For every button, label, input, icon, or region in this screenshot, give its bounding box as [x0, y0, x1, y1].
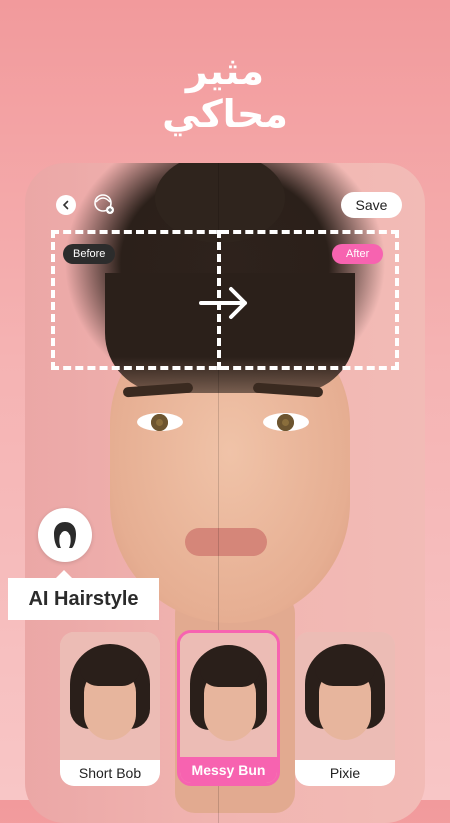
hairstyle-icon-button[interactable]: [38, 508, 92, 562]
thumb-bangs: [200, 661, 260, 687]
before-badge: Before: [63, 244, 116, 264]
label-pointer: [56, 570, 72, 578]
style-card-label: Pixie: [295, 760, 395, 786]
style-card-label: Messy Bun: [180, 757, 277, 783]
feature-label: AI Hairstyle: [8, 578, 159, 620]
style-card-messy-bun[interactable]: Messy Bun: [177, 630, 280, 786]
arrow-right-icon: [199, 287, 247, 319]
promo-headline: مثير محاكي: [0, 50, 450, 136]
thumb-bangs: [80, 660, 140, 686]
headline-line-1: مثير: [185, 49, 265, 93]
style-card-pixie[interactable]: Pixie: [295, 632, 395, 786]
thumb-bangs: [315, 660, 375, 686]
hairstyle-icon: [54, 522, 76, 548]
save-button[interactable]: Save: [341, 192, 402, 218]
portrait-eye-left: [137, 413, 183, 431]
style-thumbnail: [60, 632, 160, 760]
add-face-button[interactable]: [91, 191, 117, 217]
portrait-lips: [185, 528, 267, 556]
style-thumbnail: [295, 632, 395, 760]
style-thumbnail: [180, 633, 277, 757]
chevron-left-icon: [62, 200, 69, 210]
face-plus-icon: [94, 194, 114, 214]
headline-line-2: محاكي: [162, 92, 288, 136]
after-badge: After: [332, 244, 384, 264]
style-card-label: Short Bob: [60, 760, 160, 786]
back-button[interactable]: [56, 195, 76, 215]
portrait-eye-right: [263, 413, 309, 431]
style-card-short-bob[interactable]: Short Bob: [60, 632, 160, 786]
